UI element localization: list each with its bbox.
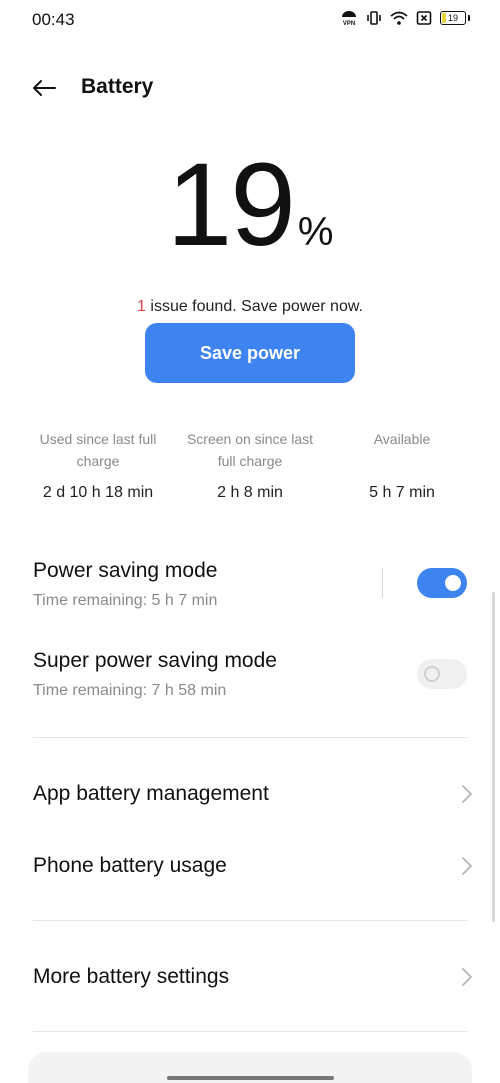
phone-battery-usage-item[interactable]: Phone battery usage xyxy=(33,846,473,886)
battery-percentage: 19% xyxy=(0,146,500,264)
chevron-right-icon xyxy=(462,785,472,803)
status-time: 00:43 xyxy=(32,10,75,29)
section-divider xyxy=(33,920,467,921)
stat-value: 2 d 10 h 18 min xyxy=(42,484,154,501)
arrow-left-icon xyxy=(33,80,56,96)
battery-percent-value: 19 xyxy=(166,139,296,271)
section-divider xyxy=(33,737,467,738)
battery-icon: 19 xyxy=(440,11,466,25)
stat-available: Available 5 h 7 min xyxy=(326,428,478,502)
super-power-saving-mode-title: Super power saving mode xyxy=(33,649,277,672)
power-saving-mode-remaining: Time remaining: 5 h 7 min xyxy=(33,592,218,609)
svg-text:VPN: VPN xyxy=(343,21,355,26)
wifi-icon xyxy=(390,10,408,26)
toggle-knob xyxy=(424,666,440,682)
chevron-right-icon xyxy=(462,857,472,875)
save-power-button[interactable]: Save power xyxy=(145,323,355,383)
header: Battery xyxy=(0,66,500,110)
power-saving-mode-title: Power saving mode xyxy=(33,559,218,582)
status-bar: 00:43 VPN 19 xyxy=(0,0,500,40)
stat-label: Screen on since last full charge xyxy=(186,431,314,469)
percent-sign: % xyxy=(297,210,334,254)
battery-screen: 00:43 VPN 19 Battery 19 % 1 issue found.… xyxy=(0,0,500,1083)
toggle-knob xyxy=(445,575,461,591)
stat-value: 5 h 7 min xyxy=(369,484,435,501)
stat-label: Used since last full charge xyxy=(39,431,157,469)
battery-fill xyxy=(442,13,446,23)
battery-level-text: 19 xyxy=(447,13,458,23)
back-button[interactable] xyxy=(28,74,60,102)
usage-stats: Used since last full charge 2 d 10 h 18 … xyxy=(22,428,478,502)
super-power-saving-mode-toggle[interactable] xyxy=(417,659,467,689)
app-battery-management-item[interactable]: App battery management xyxy=(33,774,473,814)
vpn-icon: VPN xyxy=(340,10,358,26)
more-battery-settings-item[interactable]: More battery settings xyxy=(33,957,473,997)
vibrate-icon xyxy=(366,10,382,26)
super-power-saving-mode-row[interactable]: Super power saving mode Time remaining: … xyxy=(33,649,467,700)
super-power-saving-mode-remaining: Time remaining: 7 h 58 min xyxy=(33,682,227,699)
app-battery-management-label: App battery management xyxy=(33,782,269,805)
issue-count: 1 xyxy=(137,298,146,315)
stat-screen-on: Screen on since last full charge 2 h 8 m… xyxy=(174,428,326,502)
status-icons: VPN 19 xyxy=(340,10,470,26)
power-saving-mode-toggle[interactable] xyxy=(417,568,467,598)
stat-label: Available xyxy=(373,431,431,447)
vertical-divider xyxy=(382,568,383,598)
page-title: Battery xyxy=(81,75,154,98)
phone-battery-usage-label: Phone battery usage xyxy=(33,854,227,877)
issue-message: 1 issue found. Save power now. xyxy=(0,298,500,316)
issue-text: issue found. Save power now. xyxy=(145,298,363,315)
scrollbar[interactable] xyxy=(492,592,495,922)
stat-value: 2 h 8 min xyxy=(217,484,283,501)
sim-x-icon xyxy=(416,10,432,26)
stat-used-since-charge: Used since last full charge 2 d 10 h 18 … xyxy=(22,428,174,502)
chevron-right-icon xyxy=(462,968,472,986)
more-battery-settings-label: More battery settings xyxy=(33,965,230,988)
battery-nub xyxy=(468,15,470,21)
home-indicator[interactable] xyxy=(167,1076,334,1080)
section-divider xyxy=(33,1031,467,1032)
power-saving-mode-row[interactable]: Power saving mode Time remaining: 5 h 7 … xyxy=(33,559,467,610)
